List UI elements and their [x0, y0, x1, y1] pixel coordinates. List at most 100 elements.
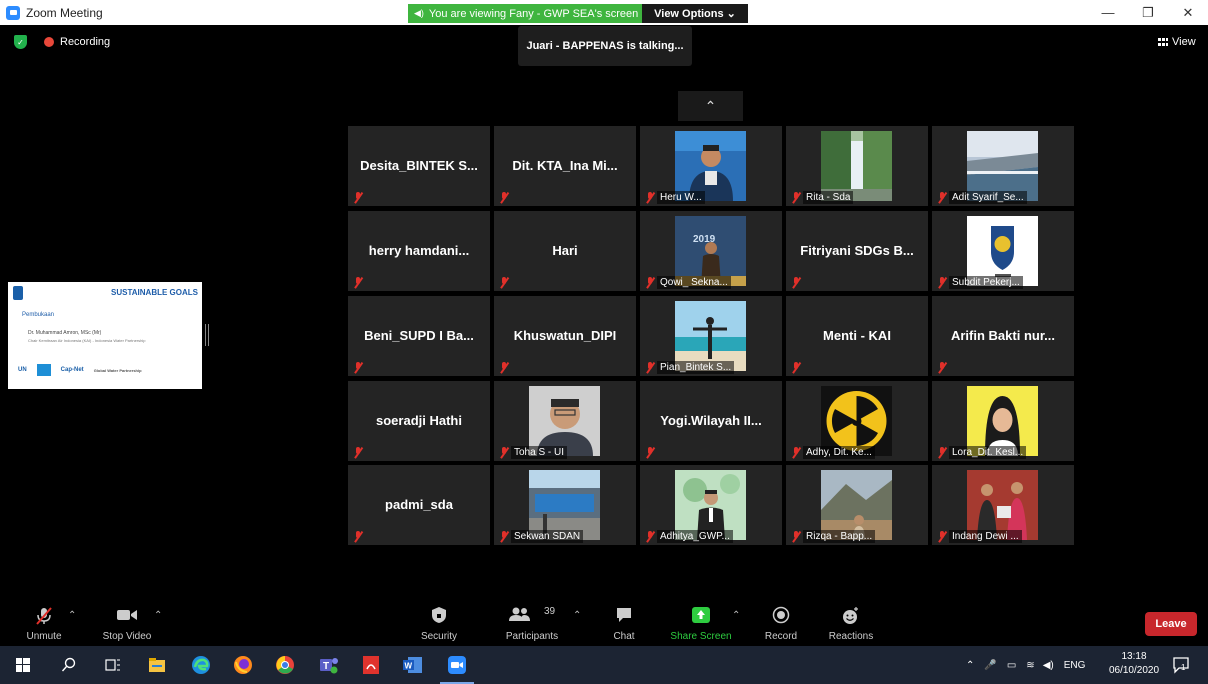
- restore-icon[interactable]: ❐: [1128, 0, 1168, 25]
- participant-tile[interactable]: soeradji Hathi: [348, 381, 490, 461]
- muted-mic-icon: [791, 362, 801, 373]
- encryption-shield-icon[interactable]: ✓: [14, 35, 27, 49]
- wifi-tray-icon[interactable]: ≋: [1026, 660, 1034, 671]
- participant-tile[interactable]: Lora_Dit. Kesl...: [932, 381, 1074, 461]
- unmute-button[interactable]: Unmute: [18, 598, 70, 646]
- security-shield-icon: [432, 607, 446, 623]
- participant-name-label: Rita - Sda: [803, 191, 854, 204]
- muted-mic-icon: [499, 192, 509, 203]
- participant-tile[interactable]: Adit Syarif_Se...: [932, 126, 1074, 206]
- participant-tile[interactable]: Yogi.Wilayah II...: [640, 381, 782, 461]
- volume-tray-icon[interactable]: ◀): [1043, 660, 1054, 671]
- zoom-meeting-window: Zoom Meeting — ❐ ✕ ◀) You are viewing Fa…: [0, 0, 1208, 684]
- file-explorer-icon[interactable]: [146, 654, 168, 676]
- participant-name-label: Adhy, Dit. Ke...: [803, 446, 875, 459]
- windows-start-icon[interactable]: [12, 654, 34, 676]
- split-drag-handle[interactable]: [205, 324, 209, 346]
- muted-mic-icon: [937, 531, 947, 542]
- task-view-icon[interactable]: [102, 654, 124, 676]
- edge-browser-icon[interactable]: [190, 654, 212, 676]
- battery-tray-icon[interactable]: ▭: [1007, 660, 1016, 671]
- participant-tile[interactable]: Indang Dewi ...: [932, 465, 1074, 545]
- participant-tile[interactable]: Khuswatun_DIPI: [494, 296, 636, 376]
- view-button[interactable]: View: [1158, 36, 1196, 48]
- chat-bubble-icon: [617, 608, 631, 622]
- chrome-icon[interactable]: [274, 654, 296, 676]
- participant-tile[interactable]: Rizqa - Bapp...: [786, 465, 928, 545]
- reactions-button[interactable]: Reactions: [824, 598, 878, 646]
- muted-mic-icon: [645, 531, 655, 542]
- participants-caret-icon[interactable]: ⌃: [573, 610, 581, 621]
- shared-screen-thumbnail[interactable]: SUSTAINABLE GOALS Pembukaan Dr. Muhammad…: [8, 282, 202, 389]
- participant-tile[interactable]: Arifin Bakti nur...: [932, 296, 1074, 376]
- participant-tile[interactable]: herry hamdani...: [348, 211, 490, 291]
- participant-tile[interactable]: Toha S - UI: [494, 381, 636, 461]
- audio-options-caret-icon[interactable]: ⌃: [68, 610, 76, 621]
- muted-microphone-icon: [36, 607, 52, 625]
- minimize-icon[interactable]: —: [1088, 0, 1128, 25]
- muted-mic-icon: [645, 277, 655, 288]
- participant-name: padmi_sda: [385, 497, 453, 512]
- participant-name-label: Adhitya_GWP...: [657, 530, 733, 543]
- language-indicator[interactable]: ENG: [1064, 660, 1086, 671]
- participant-tile[interactable]: Subdit Pekerj...: [932, 211, 1074, 291]
- word-icon[interactable]: W: [402, 654, 424, 676]
- notification-count: 1: [1181, 663, 1186, 672]
- participant-tile[interactable]: Sekwan SDAN: [494, 465, 636, 545]
- leave-button[interactable]: Leave: [1145, 612, 1197, 636]
- record-label: Record: [764, 631, 798, 642]
- microphone-tray-icon[interactable]: 🎤: [984, 660, 996, 671]
- stop-video-button[interactable]: Stop Video: [98, 598, 156, 646]
- close-icon[interactable]: ✕: [1168, 0, 1208, 25]
- muted-mic-icon: [645, 362, 655, 373]
- participants-button[interactable]: 39 Participants: [500, 598, 564, 646]
- reactions-smiley-icon: [843, 607, 858, 624]
- participant-name-label: Subdit Pekerj...: [949, 276, 1023, 289]
- record-button[interactable]: Record: [760, 598, 802, 646]
- action-center-icon[interactable]: 1: [1172, 656, 1190, 674]
- chat-button[interactable]: Chat: [608, 598, 640, 646]
- show-hidden-icons-chevron-icon[interactable]: ⌃: [966, 660, 974, 671]
- share-options-caret-icon[interactable]: ⌃: [732, 610, 740, 621]
- system-tray: ⌃ 🎤 ▭ ≋ ◀) ENG: [966, 646, 1085, 684]
- participant-name: Hari: [552, 243, 578, 258]
- participant-tile[interactable]: Hari: [494, 211, 636, 291]
- gallery-grid-icon: [1158, 37, 1168, 47]
- participant-tile[interactable]: Beni_SUPD I Ba...: [348, 296, 490, 376]
- active-speaker-indicator: Juari - BAPPENAS is talking...: [518, 26, 692, 66]
- firefox-icon[interactable]: [232, 654, 254, 676]
- teams-icon[interactable]: T: [318, 654, 340, 676]
- slide-speaker-role: Chair Kemitraan Air Indonesia (KAI) - In…: [28, 338, 146, 343]
- participant-tile[interactable]: padmi_sda: [348, 465, 490, 545]
- muted-mic-icon: [791, 531, 801, 542]
- video-options-caret-icon[interactable]: ⌃: [154, 610, 162, 621]
- participants-label: Participants: [505, 631, 559, 642]
- taskbar-clock[interactable]: 13:18 06/10/2020: [1106, 650, 1162, 678]
- security-button[interactable]: Security: [414, 598, 464, 646]
- pdf-reader-icon[interactable]: [360, 654, 382, 676]
- share-screen-button[interactable]: Share Screen: [668, 598, 734, 646]
- view-options-button[interactable]: View Options ⌄: [642, 4, 748, 23]
- participant-tile[interactable]: Dit. KTA_Ina Mi...: [494, 126, 636, 206]
- participant-tile[interactable]: Adhitya_GWP...: [640, 465, 782, 545]
- participant-name-label: Toha S - UI: [511, 446, 568, 459]
- muted-mic-icon: [937, 277, 947, 288]
- zoom-taskbar-icon[interactable]: [446, 654, 468, 676]
- participant-name: soeradji Hathi: [376, 413, 462, 428]
- participant-tile[interactable]: Heru W...: [640, 126, 782, 206]
- participant-tile[interactable]: 2019 Qowi_ Sekna...: [640, 211, 782, 291]
- gallery-scroll-up-button[interactable]: ⌃: [678, 91, 743, 121]
- participant-tile[interactable]: Rita - Sda: [786, 126, 928, 206]
- participant-tile[interactable]: Fitriyani SDGs B...: [786, 211, 928, 291]
- participant-tile[interactable]: Adhy, Dit. Ke...: [786, 381, 928, 461]
- participant-tile[interactable]: Pian_Bintek S...: [640, 296, 782, 376]
- participant-tile[interactable]: Menti - KAI: [786, 296, 928, 376]
- participant-name-label: Adit Syarif_Se...: [949, 191, 1027, 204]
- muted-mic-icon: [353, 531, 363, 542]
- search-icon[interactable]: [58, 654, 80, 676]
- participant-name: Yogi.Wilayah II...: [660, 413, 762, 428]
- participant-tile[interactable]: Desita_BINTEK S...: [348, 126, 490, 206]
- un-environment-logo: UN: [18, 367, 27, 373]
- speaker-icon: ◀): [414, 8, 424, 18]
- share-screen-arrow-icon: [692, 607, 710, 623]
